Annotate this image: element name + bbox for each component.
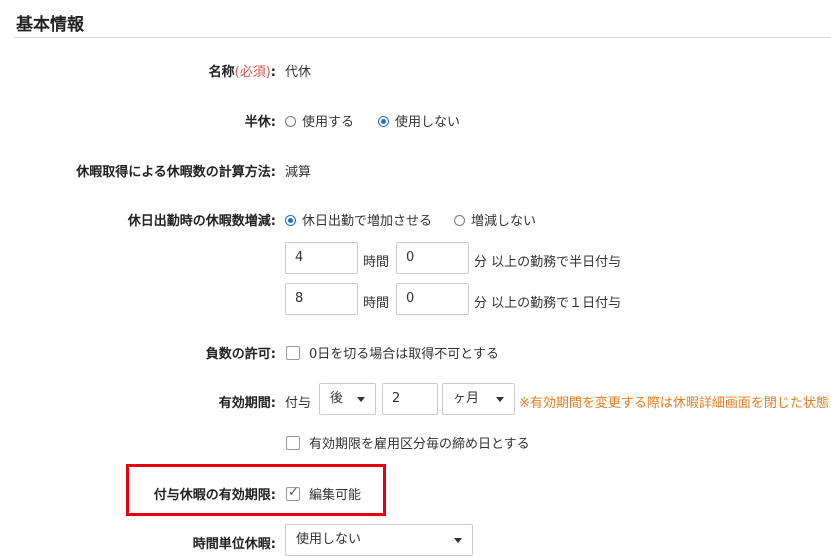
half-day-suffix: 分 以上の勤務で半日付与 (474, 255, 622, 270)
validity-prefix: 付与 (285, 396, 312, 411)
grant-validity-editable-text: 編集可能 (309, 488, 362, 503)
validity-when-select[interactable]: 後 (319, 383, 376, 415)
hours-unit-label: 時間 (363, 255, 390, 270)
negative-allow-label: 負数の許可: (205, 347, 276, 362)
name-label-colon: : (270, 65, 276, 80)
full-day-hours-input[interactable]: 8 (285, 283, 358, 315)
holiday-option-none-label: 増減しない (471, 214, 537, 229)
grant-validity-editable-row[interactable]: 編集可能 (286, 484, 361, 503)
full-day-minutes-input[interactable]: 0 (396, 283, 469, 315)
section-divider (14, 37, 831, 38)
name-label-text: 名称 (208, 65, 235, 80)
chevron-down-icon (357, 397, 365, 402)
validity-cutoff-text: 有効期限を雇用区分毎の締め日とする (309, 437, 530, 452)
holiday-option-none[interactable]: 増減しない (454, 210, 536, 229)
hours-unit-label: 時間 (363, 296, 390, 311)
validity-warning: ※有効期間を変更する際は休暇詳細画面を閉じた状態 (519, 396, 829, 411)
grant-validity-label: 付与休暇の有効期限: (153, 488, 276, 503)
required-marker: (必須) (234, 65, 271, 80)
name-label: 名称(必須): (209, 61, 276, 80)
half-day-option-use[interactable]: 使用する (285, 111, 354, 130)
radio-icon[interactable] (454, 215, 465, 226)
calc-method-label: 休暇取得による休暇数の計算方法: (76, 165, 276, 180)
half-day-hours-input[interactable]: 4 (285, 242, 358, 274)
hourly-leave-label: 時間単位休暇: (192, 537, 276, 552)
half-day-minutes-input[interactable]: 0 (396, 242, 469, 274)
radio-icon[interactable] (285, 116, 296, 127)
validity-unit-select[interactable]: ヶ月 (442, 383, 515, 415)
chevron-down-icon (496, 397, 504, 402)
checkbox-icon[interactable] (286, 436, 300, 450)
negative-allow-checkbox-row[interactable]: 0日を切る場合は取得不可とする (286, 343, 499, 362)
half-day-option-use-label: 使用する (302, 115, 355, 130)
validity-label: 有効期間: (218, 396, 276, 411)
half-day-option-nouse[interactable]: 使用しない (378, 111, 460, 130)
half-day-label: 半休: (244, 115, 276, 130)
validity-amount-input[interactable]: 2 (382, 383, 438, 415)
holiday-option-increase-label: 休日出勤で増加させる (302, 214, 433, 229)
calc-method-value: 減算 (285, 165, 312, 180)
radio-selected-icon[interactable] (285, 215, 296, 226)
hourly-leave-value: 使用しない (296, 532, 362, 547)
chevron-down-icon (454, 538, 462, 543)
checkbox-checked-icon[interactable] (286, 485, 300, 501)
section-title: 基本情報 (16, 15, 84, 35)
full-day-suffix: 分 以上の勤務で１日付与 (474, 296, 622, 311)
negative-allow-text: 0日を切る場合は取得不可とする (309, 347, 499, 362)
holiday-work-label: 休日出勤時の休暇数増減: (127, 214, 276, 229)
name-value: 代休 (285, 65, 312, 80)
hourly-leave-select[interactable]: 使用しない (285, 524, 473, 556)
validity-unit-value: ヶ月 (453, 391, 480, 406)
checkbox-icon[interactable] (286, 346, 300, 360)
validity-cutoff-checkbox-row[interactable]: 有効期限を雇用区分毎の締め日とする (286, 433, 530, 452)
half-day-option-nouse-label: 使用しない (395, 115, 461, 130)
radio-selected-icon[interactable] (378, 116, 389, 127)
validity-when-value: 後 (330, 391, 344, 406)
holiday-option-increase[interactable]: 休日出勤で増加させる (285, 210, 432, 229)
